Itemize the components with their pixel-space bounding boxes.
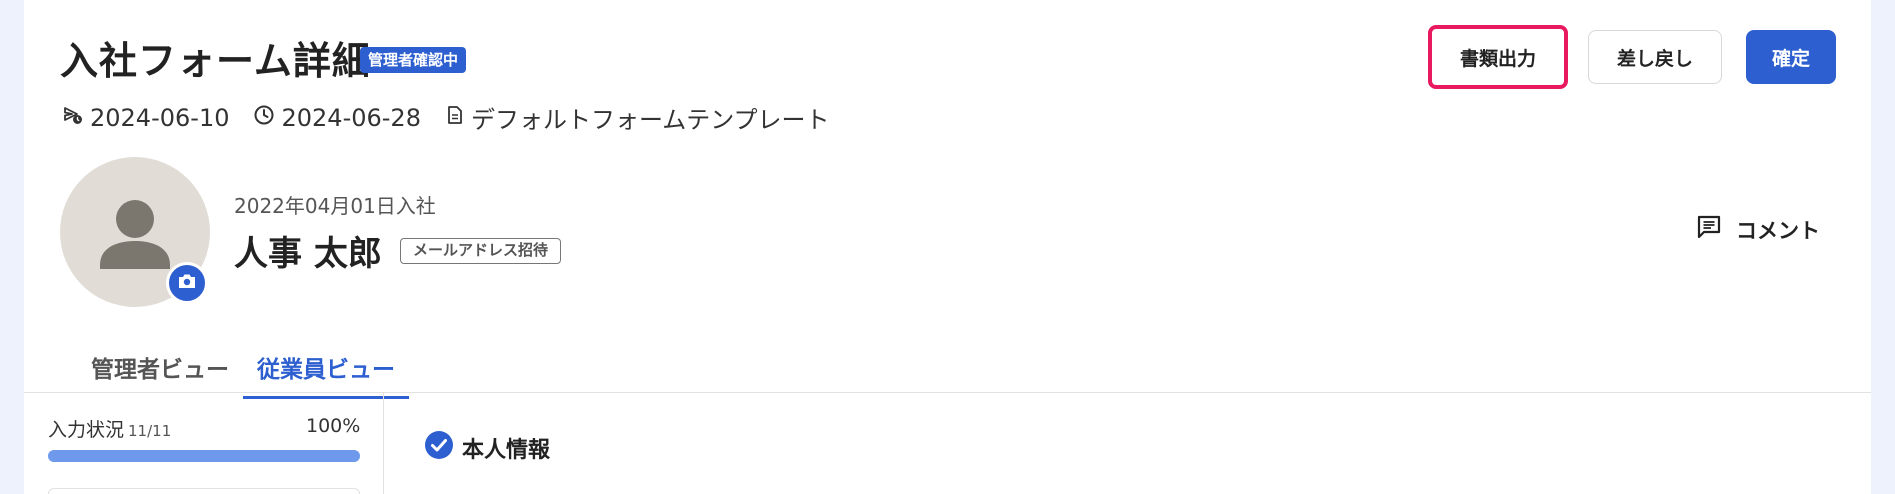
progress-sidebar: 入力状況 11/11 100% [24,393,384,494]
invite-type-badge: メールアドレス招待 [400,238,562,264]
progress-percent: 100% [306,415,361,437]
page: 入社フォーム詳細 管理者確認中 書類出力 差し戻し 確定 2024-06-10 … [24,0,1871,494]
progress-count: 11/11 [128,422,172,440]
sent-date: 2024-06-10 [62,104,229,132]
tab-employee-view[interactable]: 従業員ビュー [243,340,409,399]
due-date: 2024-06-28 [253,103,421,132]
camera-icon [177,272,197,294]
template-name: デフォルトフォームテンプレート [445,100,830,135]
clock-icon [253,104,281,132]
template-text: デフォルトフォームテンプレート [470,106,830,134]
sent-date-text: 2024-06-10 [90,103,230,132]
view-tabs: 管理者ビュー 従業員ビュー [77,340,409,399]
return-button[interactable]: 差し戻し [1588,30,1722,84]
document-icon [445,104,471,132]
change-photo-button[interactable] [166,262,208,304]
status-badge: 管理者確認中 [360,47,467,73]
comment-icon [1696,214,1736,245]
page-title: 入社フォーム詳細 [60,39,371,83]
confirm-button[interactable]: 確定 [1746,30,1836,84]
progress-label-text: 入力状況 [48,419,125,441]
join-date: 2022年04月01日入社 [234,194,436,218]
progress-bar-fill [48,450,360,462]
progress-bar [48,450,360,462]
section-heading: 本人情報 [424,430,550,466]
progress-label: 入力状況 11/11 [48,415,171,442]
comment-label: コメント [1736,218,1820,243]
due-date-text: 2024-06-28 [281,103,421,132]
section-nav-card[interactable] [48,488,360,494]
check-circle-icon [424,430,462,466]
form-meta: 2024-06-10 2024-06-28 デフォルトフォームテンプレート [62,100,854,135]
send-clock-icon [62,104,90,132]
section-title: 本人情報 [462,438,551,463]
export-documents-button[interactable]: 書類出力 [1428,25,1568,89]
comment-button[interactable]: コメント [1696,214,1820,245]
tab-admin-view[interactable]: 管理者ビュー [77,340,243,399]
employee-name: 人事 太郎 [234,234,382,274]
